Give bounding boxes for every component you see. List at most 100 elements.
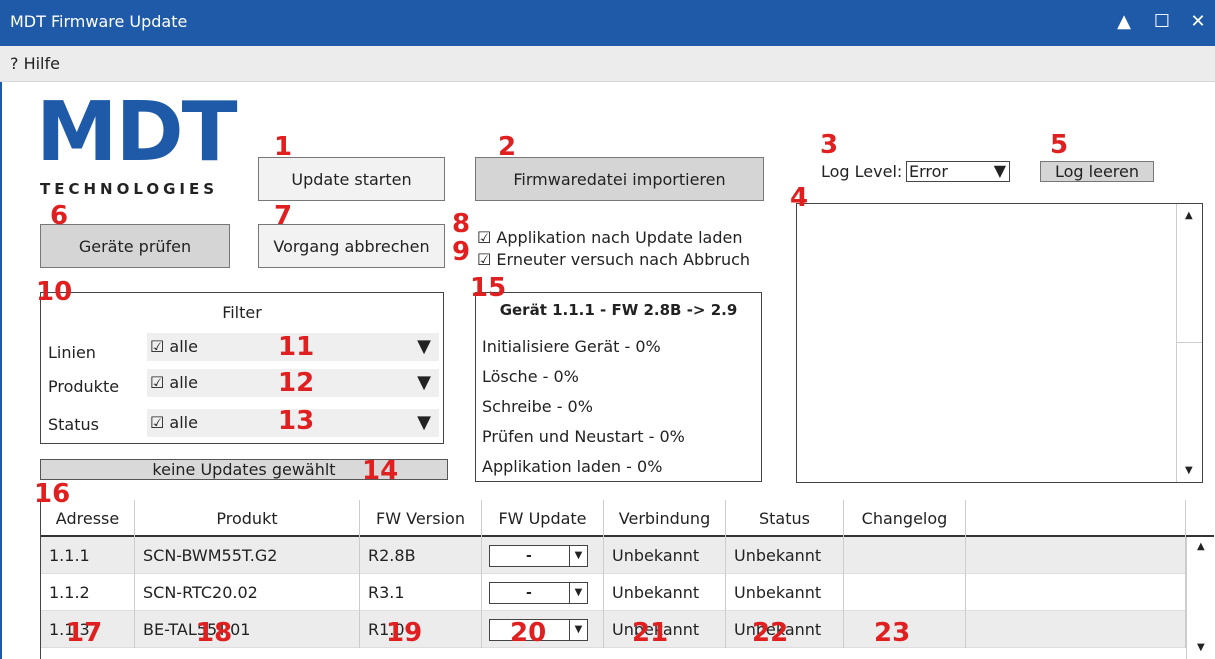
callout-3: 3 (820, 130, 839, 160)
close-icon[interactable]: ✕ (1186, 10, 1210, 34)
table-scrollbar[interactable]: ▲ ▼ (1186, 537, 1214, 659)
callout-12: 12 (278, 368, 315, 398)
callout-22: 22 (752, 618, 789, 648)
dropdown-arrow-icon: ▼ (417, 372, 431, 393)
cell-product: SCN-RTC20.02 (135, 574, 360, 611)
cell-product: BE-TAL55T.01 (135, 611, 360, 648)
scroll-up-icon[interactable]: ▲ (1197, 541, 1205, 552)
callout-10: 10 (36, 277, 73, 307)
log-level-select[interactable]: Error ▼ (906, 161, 1010, 182)
logo-subtitle: TECHNOLOGIES (40, 180, 219, 198)
filter-label-status: Status (48, 415, 99, 434)
cell-connection: Unbekannt (604, 574, 726, 611)
cell-product: SCN-BWM55T.G2 (135, 537, 360, 574)
cell-changelog[interactable] (844, 574, 966, 611)
callout-21: 21 (632, 618, 669, 648)
log-scrollbar[interactable]: ▲ ▼ (1176, 204, 1202, 482)
title-bar: MDT Firmware Update ▲ ☐ ✕ (0, 0, 1215, 46)
callout-1: 1 (274, 132, 293, 162)
import-firmware-button[interactable]: Firmwaredatei importieren (475, 157, 764, 201)
step-erase: Lösche - 0% (482, 367, 579, 386)
scroll-thumb[interactable] (1177, 342, 1202, 343)
cell-fw-version: R3.1 (360, 574, 482, 611)
cell-extra (966, 574, 1186, 611)
window-title: MDT Firmware Update (10, 12, 188, 31)
retry-checkbox[interactable]: ☑ Erneuter versuch nach Abbruch (477, 250, 750, 269)
dropdown-arrow-icon: ▼ (417, 412, 431, 433)
cell-extra (966, 611, 1186, 648)
callout-7: 7 (274, 201, 293, 231)
cell-address: 1.1.1 (41, 537, 135, 574)
callout-4: 4 (790, 183, 809, 213)
callout-20: 20 (510, 618, 547, 648)
callout-2: 2 (498, 132, 517, 162)
step-initialize: Initialisiere Gerät - 0% (482, 337, 661, 356)
device-title: Gerät 1.1.1 - FW 2.8B -> 2.9 (499, 301, 738, 319)
callout-8: 8 (452, 209, 471, 239)
step-load-app: Applikation laden - 0% (482, 457, 663, 476)
callout-23: 23 (874, 618, 911, 648)
window-border (0, 82, 9, 659)
callout-11: 11 (278, 332, 315, 362)
clear-log-button[interactable]: Log leeren (1040, 161, 1154, 182)
cell-extra (966, 537, 1186, 574)
callout-17: 17 (66, 618, 103, 648)
update-start-button[interactable]: Update starten (258, 157, 445, 201)
step-verify: Prüfen und Neustart - 0% (482, 427, 685, 446)
device-progress-panel: Gerät 1.1.1 - FW 2.8B -> 2.9 Initialisie… (475, 292, 762, 482)
log-level-label: Log Level: (821, 162, 903, 181)
callout-16: 16 (34, 479, 71, 509)
col-product[interactable]: Produkt (135, 500, 360, 537)
menu-help[interactable]: ? Hilfe (10, 54, 60, 73)
cell-connection: Unbekannt (604, 537, 726, 574)
col-fw-update[interactable]: FW Update (482, 500, 604, 537)
dropdown-arrow-icon: ▼ (417, 336, 431, 357)
col-status[interactable]: Status (726, 500, 844, 537)
table-row[interactable]: 1.1.2 SCN-RTC20.02 R3.1 - ▼ Unbekannt Un… (41, 574, 1186, 611)
cell-fw-version: R2.8B (360, 537, 482, 574)
logo-mdt: MDT (36, 85, 238, 180)
callout-15: 15 (470, 273, 507, 303)
minimize-icon[interactable]: ▲ (1112, 10, 1136, 34)
scroll-down-icon[interactable]: ▼ (1185, 465, 1193, 476)
filter-panel: Filter Linien ☑ alle ▼ Produkte ☑ alle ▼… (40, 292, 444, 444)
filter-label-products: Produkte (48, 377, 120, 396)
chevron-down-icon: ▼ (569, 546, 587, 566)
menu-bar: ? Hilfe (0, 46, 1215, 82)
fw-update-select[interactable]: - ▼ (489, 545, 588, 567)
table-row[interactable]: 1.1.1 SCN-BWM55T.G2 R2.8B - ▼ Unbekannt … (41, 537, 1186, 574)
scroll-down-icon[interactable]: ▼ (1197, 642, 1205, 653)
filter-lines-value: ☑ alle (150, 337, 198, 356)
col-connection[interactable]: Verbindung (604, 500, 726, 537)
fw-update-value: - (526, 585, 532, 601)
callout-18: 18 (196, 618, 233, 648)
callout-5: 5 (1050, 130, 1069, 160)
filter-title: Filter (222, 303, 262, 322)
col-fw-version[interactable]: FW Version (360, 500, 482, 537)
col-changelog[interactable]: Changelog (844, 500, 966, 537)
callout-9: 9 (452, 237, 471, 267)
fw-update-value: - (526, 548, 532, 564)
scroll-up-icon[interactable]: ▲ (1185, 210, 1193, 221)
callout-19: 19 (386, 618, 423, 648)
cell-changelog[interactable] (844, 537, 966, 574)
load-app-checkbox[interactable]: ☑ Applikation nach Update laden (477, 228, 743, 247)
table-header: Adresse Produkt FW Version FW Update Ver… (41, 500, 1214, 537)
dropdown-arrow-icon: ▼ (993, 161, 1006, 180)
filter-label-lines: Linien (48, 343, 96, 362)
log-level-value: Error (909, 162, 948, 181)
col-extra (966, 500, 1186, 537)
chevron-down-icon: ▼ (569, 620, 587, 640)
check-devices-button[interactable]: Geräte prüfen (40, 224, 230, 268)
filter-products-value: ☑ alle (150, 373, 198, 392)
step-write: Schreibe - 0% (482, 397, 593, 416)
log-output[interactable]: ▲ ▼ (796, 203, 1203, 483)
callout-6: 6 (50, 201, 69, 231)
cell-status: Unbekannt (726, 574, 844, 611)
cell-address: 1.1.2 (41, 574, 135, 611)
callout-13: 13 (278, 406, 315, 436)
maximize-icon[interactable]: ☐ (1150, 10, 1174, 34)
chevron-down-icon: ▼ (569, 583, 587, 603)
fw-update-select[interactable]: - ▼ (489, 582, 588, 604)
callout-14: 14 (362, 456, 399, 486)
